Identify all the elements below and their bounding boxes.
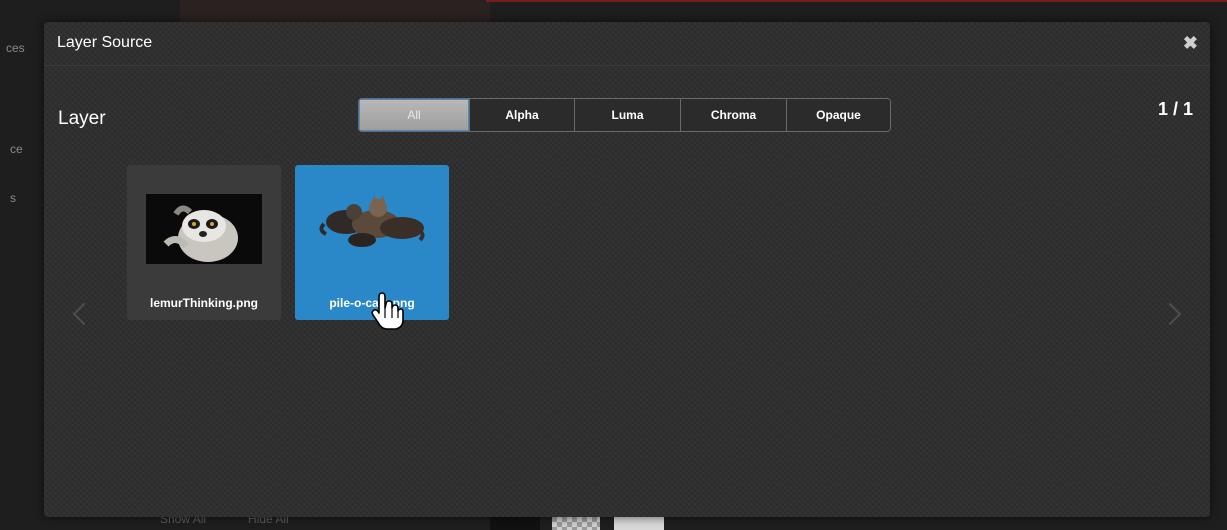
section-label: Layer [58,108,106,129]
background-sidebar-label: s [10,191,16,205]
hand-cursor-icon [371,292,404,330]
filter-luma-button[interactable]: Luma [574,99,680,131]
lemur-thumbnail-image [146,194,262,264]
cats-thumbnail-image [319,195,425,247]
layer-item-label: lemurThinking.png [150,296,258,310]
background-sidebar-label: ce [10,142,23,156]
dialog-header: Layer Source ✖ [44,22,1210,66]
filter-all-button[interactable]: All [359,99,469,131]
filter-alpha-button[interactable]: Alpha [469,99,574,131]
layer-item-lemur[interactable]: lemurThinking.png [127,165,281,320]
background-sidebar-label: ces [6,41,25,55]
filter-chroma-button[interactable]: Chroma [680,99,786,131]
dialog-title: Layer Source [57,34,153,51]
background-image-strip [180,0,490,22]
background-red-border [486,0,1227,22]
filter-opaque-button[interactable]: Opaque [786,99,890,131]
layer-source-dialog: Layer Source ✖ Layer All Alpha Luma Chro… [44,22,1210,517]
chevron-left-icon[interactable] [72,302,96,326]
page-indicator: 1 / 1 [1157,99,1193,119]
close-icon[interactable]: ✖ [1183,33,1198,53]
chevron-right-icon[interactable] [1158,302,1182,326]
filter-button-group: All Alpha Luma Chroma Opaque [358,98,891,132]
